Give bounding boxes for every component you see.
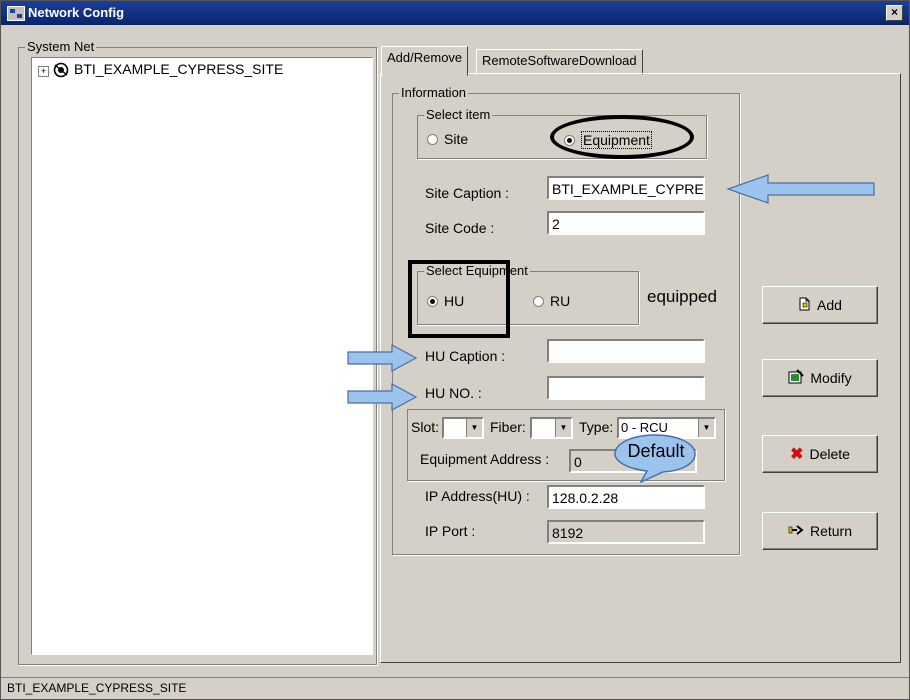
modify-button-label: Modify — [810, 370, 852, 386]
ip-port-label: IP Port : — [425, 523, 476, 539]
radio-ru-indicator[interactable] — [533, 295, 544, 307]
hu-number-arrow — [347, 382, 418, 412]
default-callout-text: Default — [627, 441, 685, 461]
status-text: BTI_EXAMPLE_CYPRESS_SITE — [7, 681, 187, 695]
close-icon: × — [890, 5, 898, 19]
return-icon — [788, 524, 804, 539]
chevron-down-icon[interactable]: ▼ — [466, 419, 482, 437]
network-config-window: Network Config × System Net + BTI_EXAMPL… — [0, 0, 910, 700]
add-button[interactable]: Add — [762, 286, 878, 324]
equipped-text: equipped — [647, 287, 717, 306]
slot-label: Slot: — [411, 419, 440, 435]
status-bar: BTI_EXAMPLE_CYPRESS_SITE — [1, 677, 909, 699]
system-net-tree[interactable]: + BTI_EXAMPLE_CYPRESS_SITE — [31, 57, 373, 655]
modify-button[interactable]: Modify — [762, 359, 878, 397]
site-caption-label: Site Caption : — [425, 185, 510, 201]
tab-remote-software-download[interactable]: RemoteSoftwareDownload — [476, 49, 643, 75]
add-button-label: Add — [817, 297, 842, 313]
hu-caption-input[interactable] — [547, 339, 705, 363]
ip-address-label: IP Address(HU) : — [425, 488, 530, 504]
tree-expand-icon[interactable]: + — [38, 66, 49, 77]
radio-site[interactable]: Site — [427, 131, 468, 147]
chevron-down-icon[interactable]: ▼ — [698, 419, 714, 437]
delete-icon: ✖ — [790, 446, 804, 463]
select-item-label: Select item — [424, 107, 493, 122]
hu-number-input[interactable] — [547, 376, 705, 400]
return-button[interactable]: Return — [762, 512, 878, 550]
slot-select[interactable]: ▼ — [442, 417, 484, 439]
ip-port-input: 8192 — [547, 520, 705, 544]
radio-site-indicator[interactable] — [427, 133, 438, 145]
delete-button[interactable]: ✖ Delete — [762, 435, 878, 473]
tab-add-remove[interactable]: Add/Remove — [381, 46, 469, 76]
hu-highlight-box — [408, 260, 510, 338]
network-icon — [7, 6, 25, 21]
radio-ru-label: RU — [550, 293, 571, 309]
close-button[interactable]: × — [886, 5, 903, 21]
site-caption-input[interactable]: BTI_EXAMPLE_CYPRE — [547, 176, 705, 200]
type-label: Type: — [579, 419, 614, 435]
hu-caption-label: HU Caption : — [425, 348, 506, 364]
site-code-input[interactable]: 2 — [547, 211, 705, 235]
equipment-highlight-ellipse — [550, 115, 694, 159]
hu-number-label: HU NO. : — [425, 385, 482, 401]
site-code-label: Site Code : — [425, 220, 495, 236]
hu-caption-arrow — [347, 343, 418, 373]
chevron-down-icon[interactable]: ▼ — [555, 419, 571, 437]
add-icon — [798, 297, 811, 314]
return-button-label: Return — [809, 523, 853, 539]
radio-ru[interactable]: RU — [533, 293, 570, 309]
tree-node-label[interactable]: BTI_EXAMPLE_CYPRESS_SITE — [74, 61, 283, 77]
ip-address-input[interactable]: 128.0.2.28 — [547, 485, 705, 509]
radio-site-label: Site — [444, 131, 469, 147]
fiber-label: Fiber: — [490, 419, 526, 435]
window-title: Network Config — [28, 5, 125, 20]
system-net-label: System Net — [25, 39, 97, 54]
information-label: Information — [399, 85, 469, 100]
title-bar: Network Config × — [1, 1, 909, 25]
site-caption-arrow — [726, 174, 875, 204]
delete-button-label: Delete — [809, 446, 850, 462]
equipment-address-label: Equipment Address : — [420, 451, 550, 467]
fiber-select[interactable]: ▼ — [530, 417, 573, 439]
site-node-icon — [53, 62, 69, 78]
modify-icon — [788, 369, 805, 387]
